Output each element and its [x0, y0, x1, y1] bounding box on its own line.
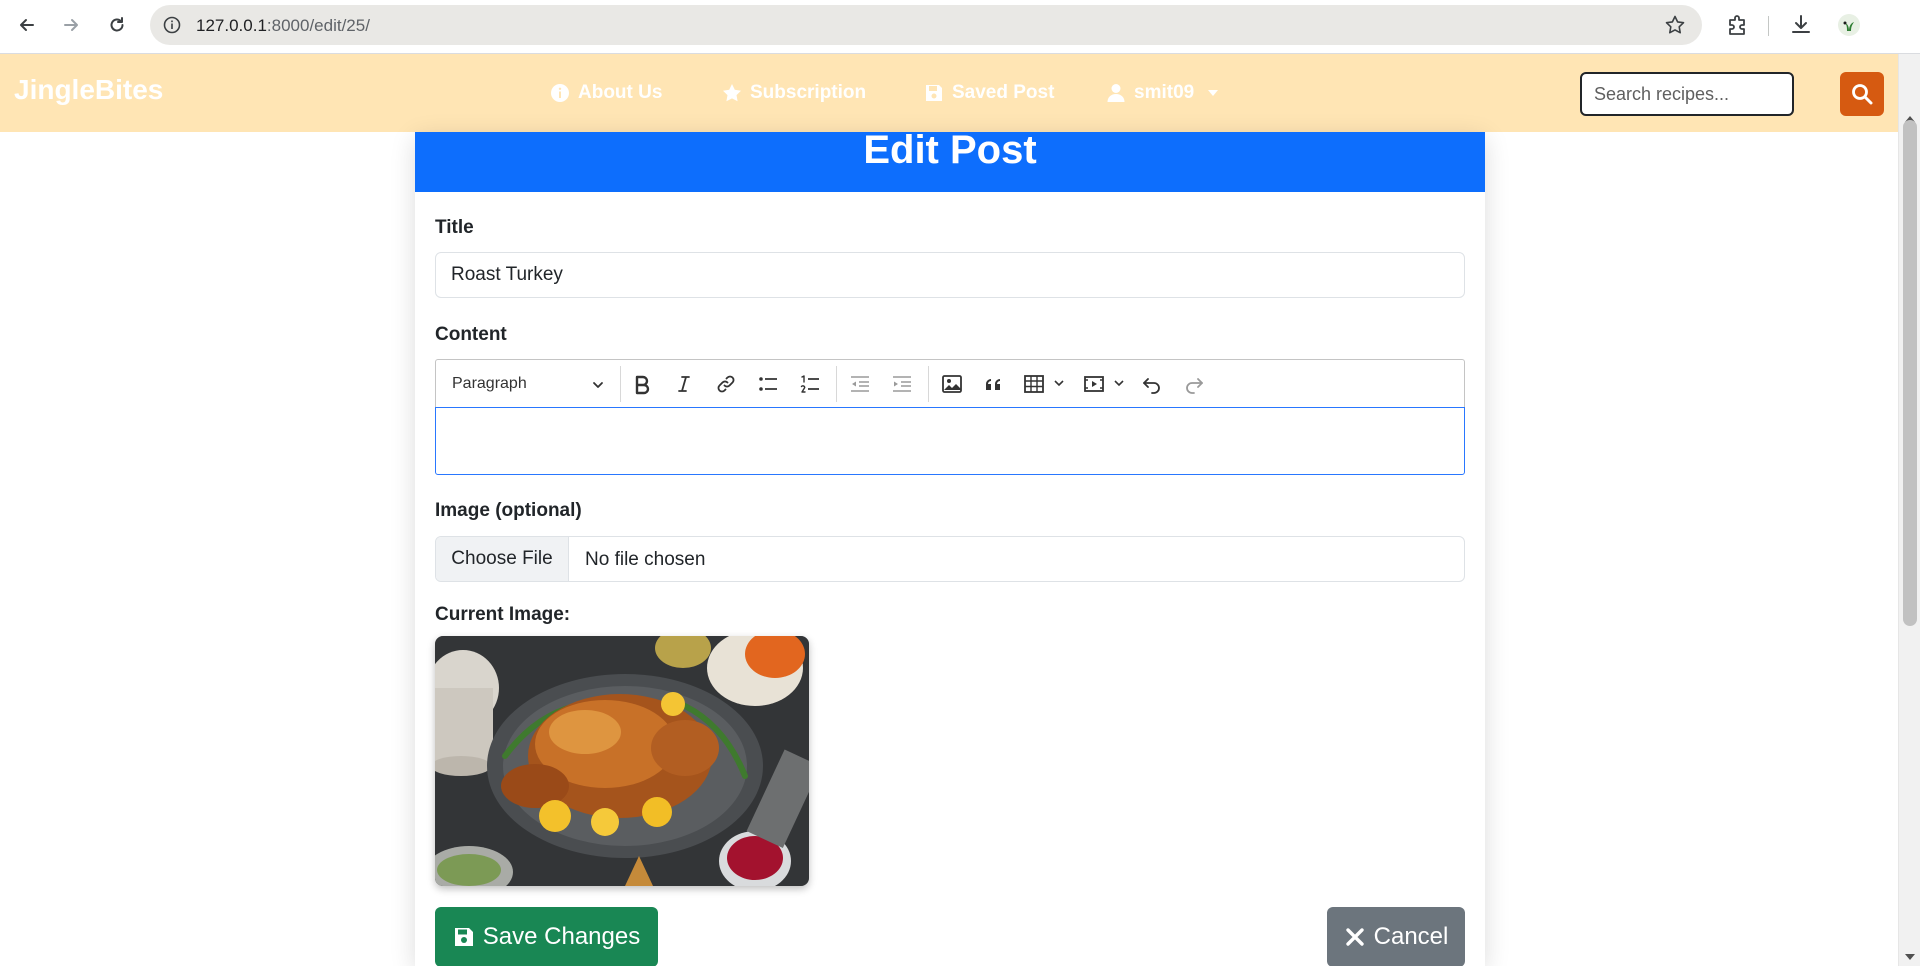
info-circle-icon	[551, 84, 569, 102]
numbered-list-button[interactable]	[796, 370, 824, 398]
star-icon	[723, 84, 741, 102]
choose-file-button[interactable]: Choose File	[436, 537, 569, 581]
cancel-label: Cancel	[1373, 923, 1449, 950]
floppy-disk-icon	[926, 85, 942, 101]
toolbar-separator	[928, 366, 929, 402]
table-dropdown-chevron-icon[interactable]	[1054, 378, 1064, 388]
search-icon	[1852, 84, 1873, 105]
extensions-icon[interactable]	[1724, 12, 1750, 38]
nav-username: smit09	[1134, 82, 1195, 103]
file-status-text: No file chosen	[585, 549, 706, 570]
floppy-disk-icon	[454, 928, 473, 946]
table-icon	[1024, 375, 1044, 393]
italic-button[interactable]	[670, 370, 698, 398]
nav-saved-post-label: Saved Post	[952, 82, 1055, 103]
profile-avatar-icon[interactable]	[1836, 12, 1862, 38]
roast-turkey-image	[435, 636, 809, 886]
arrow-left-icon	[20, 19, 34, 31]
toolbar-divider	[1768, 16, 1769, 36]
address-bar[interactable]: 127.0.0.1:8000/edit/25/	[150, 5, 1702, 45]
toolbar-separator	[620, 366, 621, 402]
browser-toolbar: 127.0.0.1:8000/edit/25/	[0, 0, 1920, 54]
outdent-icon	[851, 376, 869, 392]
undo-button[interactable]	[1138, 370, 1166, 398]
indent-icon	[893, 376, 911, 392]
image-label: Image (optional)	[435, 500, 582, 521]
cancel-button[interactable]: Cancel	[1327, 907, 1465, 966]
redo-button[interactable]	[1180, 370, 1208, 398]
current-image-label: Current Image:	[435, 604, 571, 625]
nav-user-dropdown[interactable]: smit09	[1106, 82, 1219, 104]
reload-icon	[110, 17, 124, 32]
download-icon[interactable]	[1788, 12, 1814, 38]
bold-button[interactable]	[628, 370, 656, 398]
image-file-input[interactable]: Choose File No file chosen	[435, 536, 1465, 582]
user-icon	[1107, 84, 1125, 102]
arrow-right-icon	[64, 19, 78, 31]
nav-about-us-label: About Us	[578, 82, 663, 103]
search-button[interactable]	[1840, 72, 1884, 116]
heading-select[interactable]: Paragraph	[436, 360, 620, 408]
scroll-down-arrow[interactable]	[1905, 954, 1915, 960]
close-icon	[1345, 928, 1364, 946]
search-input[interactable]	[1580, 72, 1794, 116]
quote-icon	[986, 379, 1000, 390]
nav-subscription-label: Subscription	[750, 82, 867, 103]
current-image	[435, 636, 809, 886]
title-input[interactable]	[435, 252, 1465, 298]
brand-logo[interactable]: JingleBites	[14, 74, 163, 106]
bulleted-list-button[interactable]	[754, 370, 782, 398]
toolbar-separator	[836, 366, 837, 402]
insert-table-button[interactable]	[1020, 370, 1048, 398]
undo-icon	[1143, 378, 1160, 394]
dropdown-caret-icon	[1208, 90, 1219, 96]
redo-icon	[1186, 378, 1203, 394]
back-button[interactable]	[12, 10, 42, 40]
scrollbar-thumb[interactable]	[1903, 120, 1917, 626]
media-icon	[1084, 376, 1104, 392]
outdent-button[interactable]	[846, 370, 874, 398]
site-info-icon[interactable]	[162, 15, 182, 35]
nav-saved-post[interactable]: Saved Post	[924, 82, 1054, 104]
chevron-down-icon	[593, 382, 603, 388]
media-dropdown-chevron-icon[interactable]	[1114, 378, 1124, 388]
page-title: Edit Post	[415, 132, 1485, 192]
nav-about-us[interactable]: About Us	[550, 82, 662, 104]
heading-select-value: Paragraph	[452, 375, 527, 392]
editor-toolbar: Paragraph	[435, 359, 1465, 407]
reload-button[interactable]	[102, 10, 132, 40]
edit-post-card: Edit Post Title Content Paragraph	[415, 132, 1485, 966]
save-changes-label: Save Changes	[482, 923, 641, 950]
image-icon	[942, 375, 962, 393]
page-scrollbar[interactable]	[1898, 54, 1920, 966]
link-icon	[717, 375, 735, 393]
forward-button[interactable]	[56, 10, 86, 40]
block-quote-button[interactable]	[980, 370, 1008, 398]
bulleted-list-icon	[759, 377, 777, 391]
url-text[interactable]: 127.0.0.1:8000/edit/25/	[196, 16, 370, 36]
bookmark-star-icon[interactable]	[1664, 14, 1686, 36]
insert-image-button[interactable]	[938, 370, 966, 398]
content-label: Content	[435, 324, 507, 345]
insert-media-button[interactable]	[1080, 370, 1108, 398]
title-label: Title	[435, 217, 474, 238]
numbered-list-icon	[800, 375, 819, 393]
link-button[interactable]	[712, 370, 740, 398]
indent-button[interactable]	[888, 370, 916, 398]
save-changes-button[interactable]: Save Changes	[435, 907, 658, 966]
italic-icon	[678, 376, 690, 392]
bold-icon	[635, 375, 650, 395]
site-navbar: JingleBites About Us Subscription Saved …	[0, 54, 1898, 132]
nav-subscription[interactable]: Subscription	[722, 82, 866, 104]
content-editor[interactable]	[435, 407, 1465, 475]
